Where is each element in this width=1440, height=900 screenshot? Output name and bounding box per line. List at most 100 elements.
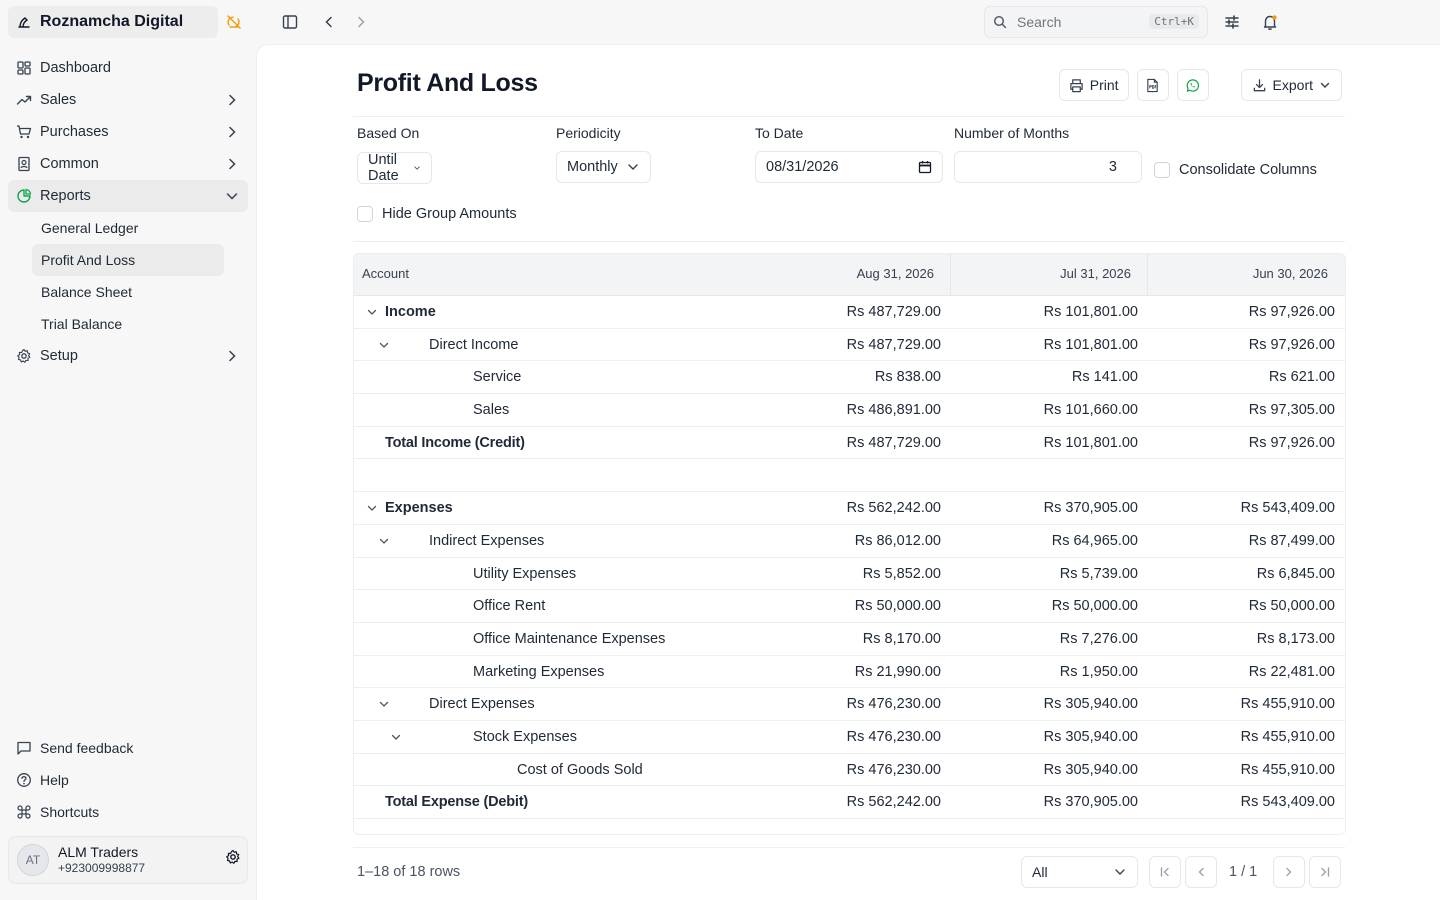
table-row[interactable]: Expenses Rs 562,242.00 Rs 370,905.00 Rs 543… bbox=[354, 492, 1345, 525]
amount-cell: Rs 305,940.00 bbox=[1043, 728, 1138, 745]
table-row[interactable]: Income Rs 487,729.00 Rs 101,801.00 Rs 97,92… bbox=[354, 296, 1345, 329]
table-row[interactable]: Stock Expenses Rs 476,230.00 Rs 305,940.00… bbox=[354, 721, 1345, 754]
amount-cell: Rs 543,409.00 bbox=[1240, 794, 1335, 811]
amount-cell: Rs 487,729.00 bbox=[846, 304, 941, 320]
sidebar-subitem-balance-sheet[interactable]: Balance Sheet bbox=[32, 276, 224, 308]
amount-cell: Rs 64,965.00 bbox=[1051, 532, 1138, 549]
amount-cell: Rs 370,905.00 bbox=[1043, 794, 1138, 811]
amount-cell: Rs 87,499.00 bbox=[1248, 532, 1335, 549]
chevron-down-icon[interactable] bbox=[366, 306, 378, 318]
search-input[interactable] bbox=[1017, 14, 1137, 30]
sidebar-item-common[interactable]: Common bbox=[8, 148, 248, 180]
table-row[interactable]: Direct Expenses Rs 476,230.00 Rs 305,940.0… bbox=[354, 688, 1345, 721]
amount-cell: Rs 97,926.00 bbox=[1248, 336, 1335, 353]
chevron-down-icon[interactable] bbox=[378, 698, 390, 710]
chevron-down-icon bbox=[413, 166, 420, 170]
back-arrow-icon[interactable] bbox=[320, 13, 338, 31]
table-row[interactable]: Indirect Expenses Rs 86,012.00 Rs 64,965.0… bbox=[354, 525, 1345, 558]
to-date-input[interactable]: 08/31/2026 bbox=[755, 151, 943, 183]
column-header-account: Account bbox=[362, 266, 409, 281]
chevron-down-icon[interactable] bbox=[390, 731, 402, 743]
sidebar-subitem-general-ledger[interactable]: General Ledger bbox=[32, 212, 224, 244]
sidebar-item-label: Reports bbox=[40, 188, 91, 204]
calendar-icon[interactable] bbox=[918, 160, 932, 174]
sidebar-subitem-trial-balance[interactable]: Trial Balance bbox=[32, 308, 224, 340]
table-header: Account Aug 31, 2026 Jul 31, 2026 Jun 30… bbox=[354, 254, 1345, 296]
page-title: Profit And Loss bbox=[357, 69, 538, 97]
whatsapp-share-button[interactable] bbox=[1176, 69, 1209, 101]
consolidate-columns-option[interactable]: Consolidate Columns bbox=[1154, 162, 1317, 178]
sidebar-footer-label: Send feedback bbox=[40, 740, 134, 756]
forward-arrow-icon[interactable] bbox=[352, 13, 370, 31]
amount-cell: Rs 305,940.00 bbox=[1043, 696, 1138, 713]
amount-cell: Rs 101,801.00 bbox=[1043, 434, 1138, 451]
hide-group-amounts-checkbox[interactable] bbox=[357, 206, 373, 222]
next-page-button[interactable] bbox=[1273, 856, 1305, 888]
pdf-button[interactable] bbox=[1136, 69, 1169, 101]
chevron-down-icon[interactable] bbox=[378, 339, 390, 351]
sidebar-item-dashboard[interactable]: Dashboard bbox=[8, 52, 248, 84]
chevron-down-icon[interactable] bbox=[366, 502, 378, 514]
chevrons-first-icon bbox=[1160, 867, 1169, 877]
account-name: Sales bbox=[473, 402, 510, 419]
sync-off-icon[interactable] bbox=[225, 13, 243, 31]
send-feedback-link[interactable]: Send feedback bbox=[8, 732, 248, 764]
user-phone: +923009998877 bbox=[58, 861, 146, 875]
sidebar-toggle-icon[interactable] bbox=[281, 13, 299, 31]
user-card[interactable]: AT ALM Traders +923009998877 bbox=[8, 836, 248, 884]
amount-cell: Rs 543,409.00 bbox=[1240, 500, 1335, 517]
periodicity-value: Monthly bbox=[567, 159, 618, 175]
cart-icon bbox=[17, 125, 32, 139]
account-name: Total Income (Credit) bbox=[385, 434, 525, 451]
prev-page-button[interactable] bbox=[1185, 856, 1217, 888]
sidebar-item-setup[interactable]: Setup bbox=[8, 340, 248, 372]
app-logo-icon bbox=[18, 17, 30, 28]
amount-cell: Rs 562,242.00 bbox=[846, 500, 941, 517]
chevron-down-icon[interactable] bbox=[378, 535, 390, 547]
table-row[interactable]: Direct Income Rs 487,729.00 Rs 101,801.00 R… bbox=[354, 329, 1345, 362]
amount-cell: Rs 305,940.00 bbox=[1043, 761, 1138, 778]
first-page-button[interactable] bbox=[1149, 856, 1181, 888]
help-link[interactable]: Help bbox=[8, 764, 248, 796]
periodicity-label: Periodicity bbox=[556, 125, 621, 141]
chevron-right-icon bbox=[229, 94, 236, 106]
table-row: Total Expense (Debit) Rs 562,242.00 Rs 370… bbox=[354, 786, 1345, 819]
hide-group-amounts-option[interactable]: Hide Group Amounts bbox=[357, 206, 517, 222]
sidebar-subitem-profit-and-loss[interactable]: Profit And Loss bbox=[32, 244, 224, 276]
amount-cell: Rs 50,000.00 bbox=[1051, 598, 1138, 615]
brand-switcher[interactable]: Roznamcha Digital bbox=[8, 6, 218, 38]
last-page-button[interactable] bbox=[1309, 856, 1341, 888]
sliders-icon[interactable] bbox=[1223, 13, 1241, 31]
account-name: Marketing Expenses bbox=[473, 663, 605, 680]
table-spacer-row bbox=[354, 459, 1345, 493]
table-row: Marketing Expenses Rs 21,990.00 Rs 1,950.0… bbox=[354, 656, 1345, 689]
consolidate-columns-checkbox[interactable] bbox=[1154, 162, 1170, 178]
export-button[interactable]: Export bbox=[1240, 69, 1342, 101]
print-button[interactable]: Print bbox=[1058, 69, 1129, 101]
periodicity-select[interactable]: Monthly bbox=[556, 151, 651, 183]
search-bar[interactable]: Ctrl+K bbox=[984, 6, 1208, 38]
sidebar-item-reports[interactable]: Reports bbox=[8, 180, 248, 212]
notification-bell-icon[interactable] bbox=[1261, 13, 1279, 31]
page-size-select[interactable]: All bbox=[1021, 856, 1138, 888]
footer-divider bbox=[353, 847, 1345, 848]
sidebar-item-label: Common bbox=[40, 156, 99, 172]
sidebar-item-sales[interactable]: Sales bbox=[8, 84, 248, 116]
page-indicator: 1 / 1 bbox=[1229, 864, 1258, 880]
table-row: Office Rent Rs 50,000.00 Rs 50,000.00 Rs 50… bbox=[354, 590, 1345, 623]
amount-cell: Rs 621.00 bbox=[1268, 369, 1335, 386]
dashboard-icon bbox=[17, 61, 31, 75]
account-name: Utility Expenses bbox=[473, 565, 577, 582]
based-on-select[interactable]: Until Date bbox=[357, 152, 432, 184]
shortcuts-link[interactable]: Shortcuts bbox=[8, 796, 248, 828]
months-input[interactable]: 3 bbox=[954, 151, 1142, 183]
pdf-file-icon bbox=[1147, 78, 1158, 92]
account-name: Expenses bbox=[385, 500, 453, 517]
message-icon bbox=[17, 741, 31, 755]
column-header-period-3: Jun 30, 2026 bbox=[1252, 266, 1328, 281]
amount-cell: Rs 562,242.00 bbox=[846, 794, 941, 811]
settings-gear-icon[interactable] bbox=[225, 849, 241, 865]
amount-cell: Rs 476,230.00 bbox=[846, 761, 941, 778]
sidebar-item-purchases[interactable]: Purchases bbox=[8, 116, 248, 148]
sidebar: Roznamcha Digital Dashboard Sales Purcha… bbox=[0, 0, 256, 900]
